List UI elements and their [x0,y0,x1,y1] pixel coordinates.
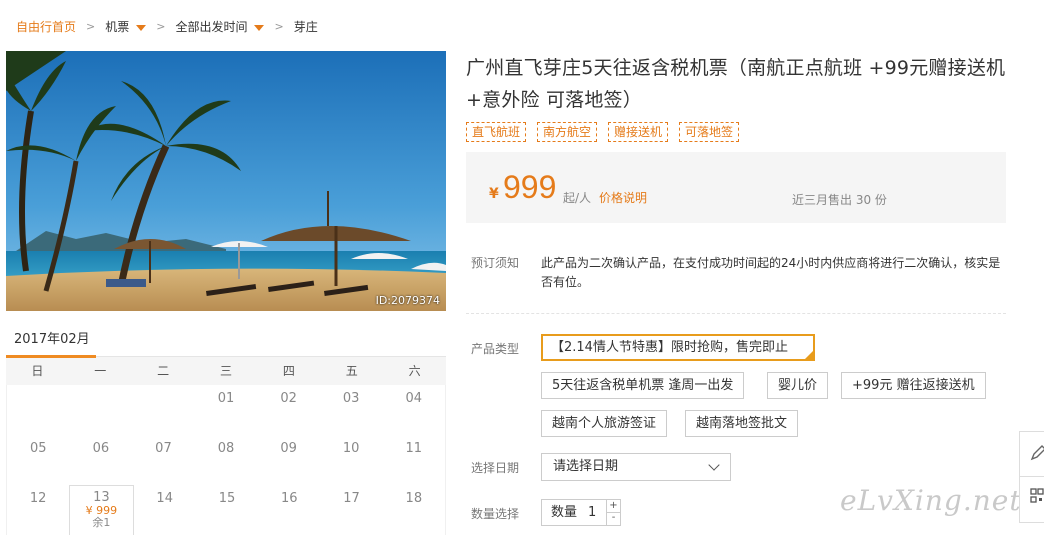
edit-icon [1030,445,1044,461]
breadcrumb-flights-label: 机票 [105,19,130,34]
price-panel: ¥ 999 起/人 价格说明 近三月售出 30 份 [466,152,1006,223]
calendar-day: 05 [30,441,47,456]
product-tags: 直飞航班 南方航空 赠接送机 可落地签 [466,122,740,142]
option-airport-transfer[interactable]: +99元 赠往返接送机 [841,372,986,399]
breadcrumb-flights-dropdown[interactable]: 机票 [105,18,147,35]
calendar-weekday-header: 日 一 二 三 四 五 六 [6,357,446,385]
currency-symbol: ¥ [489,186,499,202]
breadcrumb-separator-icon: > [86,19,96,33]
calendar-day-available[interactable]: 13 ¥ 999 余1 [69,485,134,535]
weekday-sun: 日 [31,364,44,378]
quantity-input[interactable]: 1 [588,500,596,525]
calendar-day: 15 [218,491,236,506]
caret-down-icon [254,24,265,31]
option-roundtrip-ticket[interactable]: 5天往返含税单机票 逢周一出发 [541,372,745,399]
side-toolbar[interactable] [1019,431,1044,523]
calendar-day: 07 [155,441,172,456]
image-id-label: ID:2079374 [375,294,440,307]
breadcrumb-current: 芽庄 [293,19,318,34]
caret-down-icon [136,24,147,31]
calendar-week: 01 02 03 04 [7,385,445,435]
tag-direct-flight: 直飞航班 [466,122,527,142]
side-toolbar-divider [1020,476,1044,477]
weekday-sat: 六 [408,364,421,378]
calendar-week: 12 13 ¥ 999 余1 14 15 16 17 18 [7,485,445,535]
date-select-dropdown[interactable]: 请选择日期 [541,453,731,481]
price-amount: 999 [503,169,557,205]
calendar-day-number: 13 [93,490,110,505]
beach-scene-illustration [6,51,446,311]
calendar-day: 09 [280,441,297,456]
weekday-thu: 四 [282,364,295,378]
weekday-fri: 五 [345,364,358,378]
site-watermark: eLvXing.net [840,484,1022,517]
calendar-day: 03 [342,391,360,406]
calendar-day: 01 [217,391,235,406]
calendar-day: 10 [342,441,360,456]
weekday-wed: 三 [220,364,233,378]
chevron-down-icon [708,459,720,471]
breadcrumb-separator-icon: > [156,19,166,33]
calendar-day [132,385,195,435]
hero-beach-image: ID:2079374 [6,51,446,311]
date-select-label: 选择日期 [471,461,520,475]
calendar-day: 16 [280,491,298,506]
calendar-day: 02 [280,391,297,406]
sales-count: 近三月售出 30 份 [792,193,887,207]
calendar-day: 08 [217,441,235,456]
option-vietnam-visa[interactable]: 越南个人旅游签证 [541,410,668,437]
weekday-tue: 二 [157,364,170,378]
calendar-day-stock: 余1 [92,516,111,529]
calendar-day: 12 [29,491,47,506]
calendar-day [7,385,70,435]
notice-label: 预订须知 [471,256,520,270]
option-landing-visa[interactable]: 越南落地签批文 [685,410,799,437]
calendar-day: 18 [405,491,423,506]
date-calendar: 2017年02月 日 一 二 三 四 五 六 01 02 03 04 05 06… [6,323,446,535]
price-unit: 起/人 [563,191,592,205]
breadcrumb-departure-dropdown[interactable]: 全部出发时间 [175,18,265,35]
quantity-label: 数量选择 [471,507,520,521]
option-infant-price[interactable]: 婴儿价 [767,372,829,399]
section-divider [466,313,1006,314]
calendar-day [70,385,133,435]
quantity-minus-button[interactable]: - [606,512,620,525]
quantity-stepper: 数量 1 + - [541,499,621,526]
breadcrumb-departure-label: 全部出发时间 [175,19,248,34]
breadcrumb-home-link[interactable]: 自由行首页 [16,18,76,35]
tag-airline: 南方航空 [537,122,598,142]
calendar-day: 06 [92,441,110,456]
weekday-mon: 一 [94,364,107,378]
notice-text: 此产品为二次确认产品，在支付成功时间起的24小时内供应商将进行二次确认，核实是否… [541,256,1001,289]
price-explain-link[interactable]: 价格说明 [599,189,647,206]
option-valentine-special[interactable]: 【2.14情人节特惠】限时抢购，售完即止 [541,334,815,361]
calendar-month-tab[interactable]: 2017年02月 [6,323,446,358]
quantity-field-label: 数量 [551,505,578,520]
calendar-day: 11 [405,441,423,456]
date-select-value: 请选择日期 [553,459,619,474]
product-type-label: 产品类型 [471,342,520,356]
calendar-day: 04 [405,391,423,406]
calendar-day: 14 [156,491,173,506]
product-title: 广州直飞芽庄5天往返含税机票（南航正点航班 +99元赠接送机+意外险 可落地签） [466,57,1006,111]
qrcode-icon [1030,488,1044,503]
calendar-week: 05 06 07 08 09 10 11 [7,435,445,485]
tag-visa: 可落地签 [679,122,740,142]
breadcrumb: 自由行首页 > 机票 > 全部出发时间 > 芽庄 [16,16,318,36]
breadcrumb-separator-icon: > [274,19,284,33]
calendar-day: 17 [343,491,360,506]
tag-transfer: 赠接送机 [608,122,669,142]
calendar-grid: 01 02 03 04 05 06 07 08 09 10 11 12 13 ¥… [6,385,446,535]
